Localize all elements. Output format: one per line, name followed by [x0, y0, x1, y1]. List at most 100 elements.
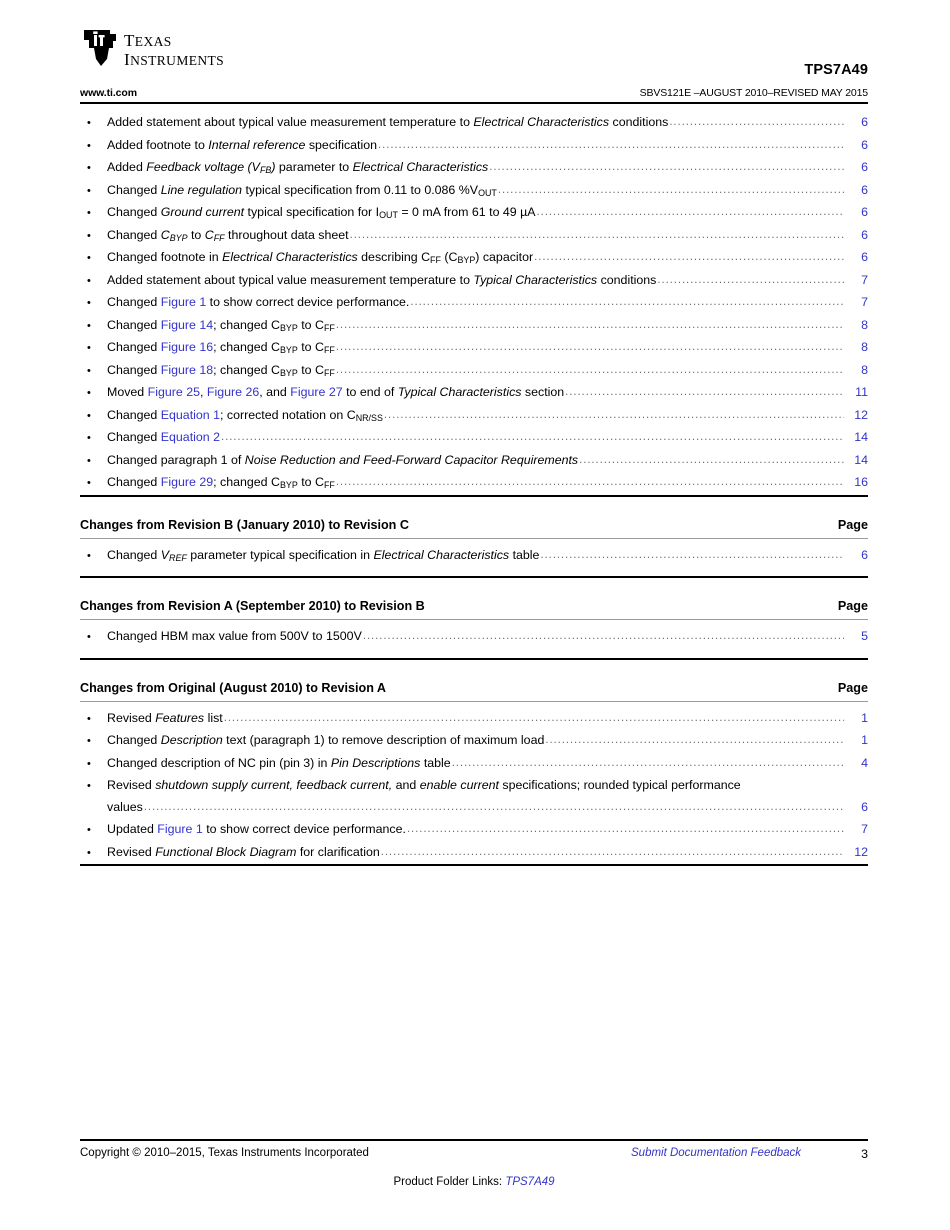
- page-number-link[interactable]: 1: [846, 708, 868, 730]
- page-number-link[interactable]: 14: [846, 427, 868, 449]
- revision-entry-text: Moved Figure 25, Figure 26, and Figure 2…: [107, 385, 565, 399]
- bullet-marker-icon: •: [87, 846, 91, 859]
- revision-entry: • Revised Functional Block Diagram for cl…: [80, 842, 868, 865]
- footer-divider: [80, 1139, 868, 1141]
- revision-entry-body: Changed description of NC pin (pin 3) in…: [107, 753, 868, 776]
- revision-entry-text: Changed Equation 2: [107, 430, 220, 444]
- revision-entry-text: Changed Figure 16; changed CBYP to CFF: [107, 340, 335, 356]
- revision-entry-body: Changed footnote in Electrical Character…: [107, 247, 868, 270]
- page-number-link[interactable]: 5: [846, 626, 868, 648]
- dot-leader: ........................................…: [223, 711, 844, 724]
- revision-entry: • Revised Features list..................…: [80, 708, 868, 731]
- revision-entry: • Changed Figure 29; changed CBYP to CFF.…: [80, 472, 868, 495]
- dot-leader: ........................................…: [579, 453, 844, 466]
- revision-entry-text: Changed Figure 1 to show correct device …: [107, 295, 410, 309]
- page-footer: Copyright © 2010–2015, Texas Instruments…: [80, 1139, 868, 1188]
- bullet-marker-icon: •: [87, 432, 91, 444]
- product-folder-links-label: Product Folder Links:: [393, 1176, 506, 1188]
- section-heading: Changes from Revision B (January 2010) t…: [80, 497, 868, 532]
- bullet-marker-icon: •: [87, 757, 91, 770]
- page-number-link[interactable]: 14: [846, 450, 868, 472]
- section-heading: Changes from Original (August 2010) to R…: [80, 660, 868, 695]
- product-folder-link-tps7a49[interactable]: TPS7A49: [505, 1176, 554, 1188]
- dot-leader: ........................................…: [335, 476, 844, 488]
- revision-entry: • Added statement about typical value mea…: [80, 112, 868, 135]
- copyright-notice: Copyright © 2010–2015, Texas Instruments…: [80, 1147, 369, 1159]
- page-number-link[interactable]: 6: [846, 247, 868, 269]
- revision-entry-text-continued: values: [107, 799, 143, 814]
- revision-entry: • Updated Figure 1 to show correct device…: [80, 819, 868, 842]
- page-number-link[interactable]: 6: [846, 135, 868, 157]
- page-number-link[interactable]: 7: [846, 292, 868, 314]
- section-heading-title: Changes from Revision B (January 2010) t…: [80, 517, 409, 532]
- revision-entry: • Changed Figure 16; changed CBYP to CFF …: [80, 337, 868, 360]
- dot-leader: ........................................…: [383, 408, 844, 421]
- bullet-marker-icon: •: [87, 549, 91, 562]
- page-number-link[interactable]: 1: [846, 730, 868, 752]
- bullet-marker-icon: •: [87, 387, 91, 399]
- page-number-link[interactable]: 8: [846, 360, 868, 382]
- page-number-link[interactable]: 16: [846, 472, 868, 494]
- dot-leader: ........................................…: [362, 630, 844, 642]
- revision-entry-body: Changed HBM max value from 500V to 1500V…: [107, 626, 868, 649]
- revision-entry-text: Revised Functional Block Diagram for cla…: [107, 844, 380, 859]
- dot-leader: ........................................…: [221, 431, 844, 443]
- section-entry-list: • Revised Features list..................…: [80, 702, 868, 865]
- page-number-link[interactable]: 11: [846, 382, 868, 404]
- revision-entry-body: Revised shutdown supply current, feedbac…: [107, 775, 868, 819]
- revision-entry-body: Changed Figure 14; changed CBYP to CFF .…: [107, 315, 868, 338]
- bullet-marker-icon: •: [87, 735, 91, 747]
- submit-documentation-feedback-link[interactable]: Submit Documentation Feedback: [631, 1147, 801, 1159]
- revision-entry: • Moved Figure 25, Figure 26, and Figure …: [80, 382, 868, 405]
- page-number-link[interactable]: 6: [846, 112, 868, 134]
- revision-entry-body: Changed Figure 29; changed CBYP to CFF..…: [107, 472, 868, 495]
- section-heading: Changes from Revision A (September 2010)…: [80, 578, 868, 613]
- page-number-link[interactable]: 8: [846, 337, 868, 359]
- revision-entry: • Changed Figure 18; changed CBYP to CFF …: [80, 360, 868, 383]
- revision-d-entry-list: • Added statement about typical value mea…: [80, 112, 868, 495]
- page-number-link[interactable]: 7: [846, 270, 868, 292]
- revision-entry: • Added footnote to Internal reference sp…: [80, 135, 868, 158]
- revision-entry: • Changed VREF parameter typical specific…: [80, 545, 868, 568]
- bullet-marker-icon: •: [87, 229, 91, 242]
- revision-entry-body: Changed CBYP to CFF throughout data shee…: [107, 225, 868, 248]
- page-number-link[interactable]: 6: [846, 180, 868, 202]
- revision-entry-text: Changed Line regulation typical specific…: [107, 182, 497, 198]
- revision-entry-body: Updated Figure 1 to show correct device …: [107, 819, 868, 842]
- texas-instruments-logo: TEXAS INSTRUMENTS: [80, 28, 300, 72]
- ti-website-url[interactable]: www.ti.com: [80, 87, 137, 99]
- revision-entry-body: Changed paragraph 1 of Noise Reduction a…: [107, 450, 868, 473]
- bullet-marker-icon: •: [87, 780, 91, 792]
- page-number-link[interactable]: 6: [846, 157, 868, 179]
- page-number-link[interactable]: 6: [846, 225, 868, 247]
- bullet-marker-icon: •: [87, 477, 91, 489]
- page-number-link[interactable]: 8: [846, 315, 868, 337]
- revision-entry-body: Changed Figure 1 to show correct device …: [107, 292, 868, 315]
- revision-entry-text: Changed Ground current typical specifica…: [107, 205, 536, 221]
- bullet-marker-icon: •: [87, 364, 91, 377]
- bullet-marker-icon: •: [87, 824, 91, 836]
- revision-entry-body: Changed Equation 2 .....................…: [107, 427, 868, 450]
- revision-section: Changes from Original (August 2010) to R…: [80, 657, 868, 876]
- page-number-link[interactable]: 7: [846, 819, 868, 841]
- logo-text-instruments: INSTRUMENTS: [124, 50, 224, 69]
- page-number-link[interactable]: 6: [846, 202, 868, 224]
- page-number-link[interactable]: 6: [846, 545, 868, 567]
- page-number-link[interactable]: 12: [846, 842, 868, 864]
- page-number-link[interactable]: 12: [846, 405, 868, 427]
- revision-entry-text: Changed description of NC pin (pin 3) in…: [107, 755, 451, 770]
- bullet-marker-icon: •: [87, 631, 91, 643]
- bullet-marker-icon: •: [87, 712, 91, 725]
- revision-entry: • Changed Line regulation typical specifi…: [80, 180, 868, 203]
- page-number-link[interactable]: 4: [846, 753, 868, 775]
- page-number-link[interactable]: 6: [846, 797, 868, 819]
- revision-entry-body: Added Feedback voltage (VFB) parameter t…: [107, 157, 868, 180]
- revision-entry-body: Added footnote to Internal reference spe…: [107, 135, 868, 158]
- dot-leader: ........................................…: [406, 823, 844, 835]
- revision-entry-text: Changed Figure 29; changed CBYP to CFF: [107, 475, 335, 491]
- revision-entry: • Changed Figure 14; changed CBYP to CFF …: [80, 315, 868, 338]
- revision-entry-body: Moved Figure 25, Figure 26, and Figure 2…: [107, 382, 868, 405]
- bullet-marker-icon: •: [87, 274, 91, 287]
